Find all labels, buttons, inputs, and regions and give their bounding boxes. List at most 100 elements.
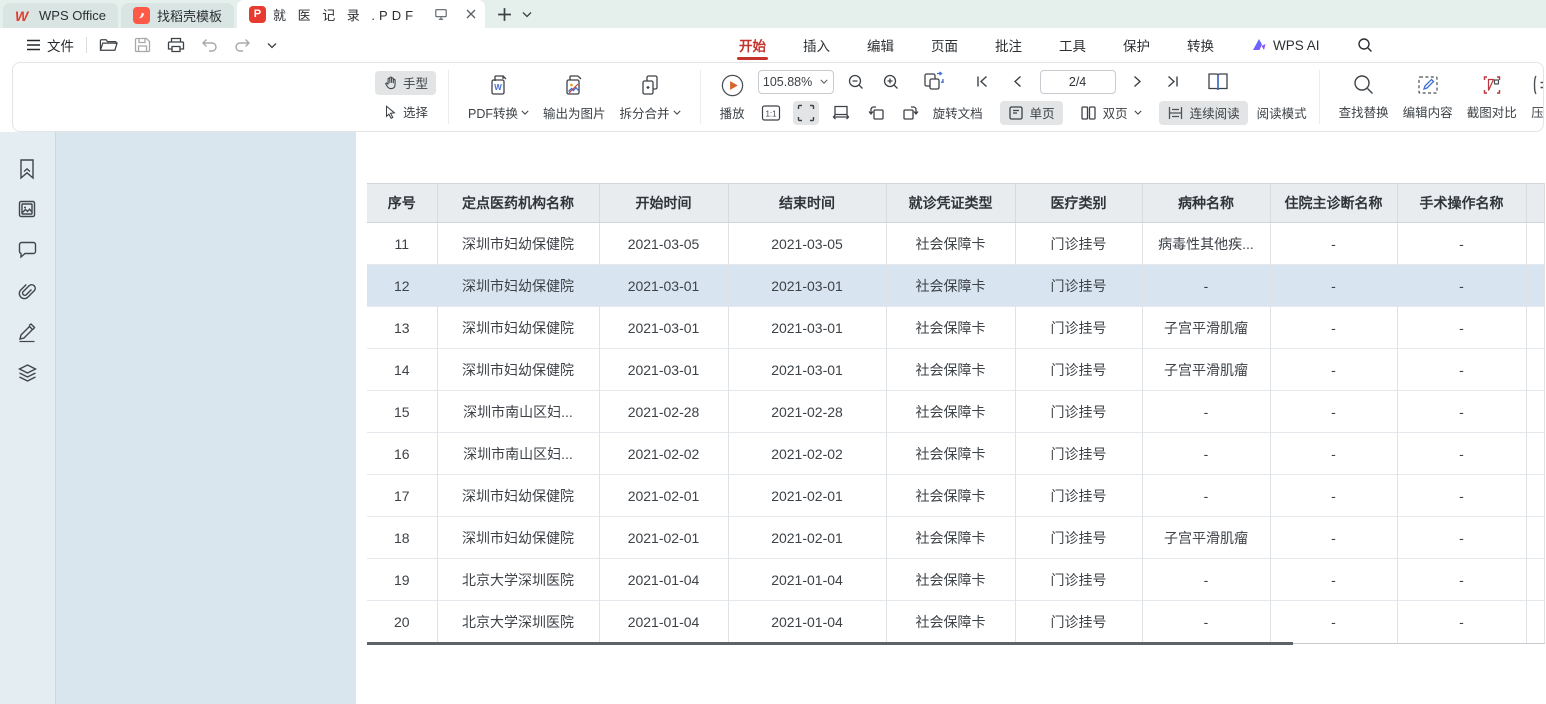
tab-docer-templates[interactable]: 找稻壳模板 [121, 3, 234, 28]
play-button[interactable]: 播放 [713, 73, 752, 122]
zoom-level-select[interactable]: 105.88% [758, 70, 834, 94]
pdf-convert-button[interactable]: W PDF转换 [461, 72, 536, 122]
divider [86, 37, 87, 53]
signature-icon[interactable] [17, 322, 39, 344]
quick-access-chevron-icon[interactable] [267, 42, 277, 49]
layers-icon[interactable] [17, 363, 39, 385]
file-menu-button[interactable]: 文件 [26, 35, 74, 55]
menu-tab-home[interactable]: 开始 [737, 28, 768, 62]
table-cell: - [1270, 307, 1397, 349]
edit-content-icon [1416, 73, 1440, 97]
table-cell: 社会保障卡 [886, 433, 1015, 475]
column-header: 病种名称 [1142, 184, 1270, 223]
chevron-down-icon [521, 110, 529, 115]
zoom-out-button[interactable] [843, 70, 869, 94]
page-indicator-input[interactable] [1040, 70, 1116, 94]
table-cell: 2021-03-01 [728, 265, 886, 307]
menu-search-icon[interactable] [1355, 28, 1375, 62]
first-page-button[interactable] [970, 70, 996, 94]
menu-tab-tools[interactable]: 工具 [1057, 28, 1088, 62]
single-page-button[interactable]: 单页 [1000, 101, 1063, 125]
table-cell: 北京大学深圳医院 [437, 559, 599, 601]
table-cell: - [1397, 265, 1526, 307]
docer-logo-icon [133, 7, 150, 24]
menu-tab-edit[interactable]: 编辑 [865, 28, 896, 62]
bookmark-icon[interactable] [17, 158, 39, 180]
thumbnails-icon[interactable] [17, 199, 39, 221]
tab-list-chevron-icon[interactable] [522, 11, 532, 18]
menu-tab-page[interactable]: 页面 [929, 28, 960, 62]
table-cell: - [1270, 391, 1397, 433]
fit-width-icon [832, 105, 850, 121]
menu-tab-protect[interactable]: 保护 [1121, 28, 1152, 62]
new-tab-button[interactable] [497, 7, 512, 22]
compress-icon [1531, 73, 1544, 97]
menu-tab-wps-ai[interactable]: WPS AI [1249, 28, 1322, 62]
table-cell: 15 [367, 391, 437, 433]
medical-records-table: 序号定点医药机构名称开始时间结束时间就诊凭证类型医疗类别病种名称住院主诊断名称手… [367, 183, 1545, 643]
table-cell: 子宫平滑肌瘤 [1142, 349, 1270, 391]
double-page-button[interactable]: 双页 [1072, 101, 1150, 125]
table-cell: 深圳市妇幼保健院 [437, 517, 599, 559]
navigation-panel[interactable] [56, 132, 356, 704]
page-number-field[interactable] [1056, 75, 1100, 89]
column-header: 住院主诊断名称 [1270, 184, 1397, 223]
split-merge-button[interactable]: 拆分合并 [613, 72, 688, 122]
split-merge-icon [637, 72, 663, 98]
rotate-document-label[interactable]: 旋转文档 [933, 103, 983, 122]
print-icon[interactable] [167, 37, 185, 53]
rotate-left-button[interactable] [863, 101, 889, 125]
window-tab-bar: W WPS Office 找稻壳模板 P 就 医 记 录 .PDF [0, 0, 1546, 28]
table-cell: 门诊挂号 [1015, 391, 1142, 433]
open-folder-icon[interactable] [99, 37, 118, 53]
last-page-button[interactable] [1160, 70, 1186, 94]
table-cell: 子宫平滑肌瘤 [1142, 307, 1270, 349]
prev-page-button[interactable] [1005, 70, 1031, 94]
tab-document-pdf[interactable]: P 就 医 记 录 .PDF [237, 0, 485, 28]
table-cell: 2021-01-04 [599, 559, 728, 601]
table-cell: 社会保障卡 [886, 601, 1015, 643]
table-cell: - [1142, 559, 1270, 601]
export-image-button[interactable]: 输出为图片 [536, 72, 613, 122]
document-title: 就 医 记 录 .PDF [273, 5, 417, 24]
table-cell: - [1142, 433, 1270, 475]
menu-tab-comment[interactable]: 批注 [993, 28, 1024, 62]
tab-close-icon[interactable] [465, 8, 477, 20]
table-cell: 社会保障卡 [886, 517, 1015, 559]
find-replace-button[interactable]: 查找替换 [1332, 73, 1396, 121]
table-cell: 深圳市妇幼保健院 [437, 349, 599, 391]
tab-monitor-icon[interactable] [434, 8, 448, 21]
tab-wps-home[interactable]: W WPS Office [3, 3, 118, 28]
play-label: 播放 [720, 103, 745, 122]
table-cell: 社会保障卡 [886, 223, 1015, 265]
save-icon[interactable] [134, 37, 151, 53]
menu-tab-convert[interactable]: 转换 [1185, 28, 1216, 62]
continuous-read-button[interactable]: 连续阅读 [1159, 101, 1248, 125]
fit-page-button[interactable] [793, 101, 819, 125]
read-mode-label[interactable]: 阅读模式 [1257, 103, 1307, 122]
rotate-right-button[interactable] [898, 101, 924, 125]
screenshot-compare-button[interactable]: 截图对比 [1460, 73, 1524, 121]
pdf-page[interactable]: 序号定点医药机构名称开始时间结束时间就诊凭证类型医疗类别病种名称住院主诊断名称手… [356, 132, 1546, 704]
undo-icon[interactable] [201, 38, 218, 52]
edit-content-button[interactable]: 编辑内容 [1396, 73, 1460, 121]
menu-tab-insert[interactable]: 插入 [801, 28, 832, 62]
table-cell: - [1270, 601, 1397, 643]
svg-text:W: W [494, 83, 502, 92]
fit-width-button[interactable] [828, 101, 854, 125]
attachment-icon[interactable] [17, 281, 39, 303]
table-cell [1526, 223, 1545, 265]
comment-icon[interactable] [17, 240, 39, 262]
redo-icon[interactable] [234, 38, 251, 52]
table-cell: 门诊挂号 [1015, 223, 1142, 265]
zoom-in-button[interactable] [878, 70, 904, 94]
select-tool-button[interactable]: 选择 [375, 100, 436, 124]
hand-tool-button[interactable]: 手型 [375, 71, 436, 95]
table-cell [1526, 349, 1545, 391]
compress-button[interactable]: 压缩 [1524, 73, 1544, 121]
table-cell: - [1270, 265, 1397, 307]
next-page-button[interactable] [1125, 70, 1151, 94]
table-cell: 2021-01-04 [728, 601, 886, 643]
actual-size-button[interactable]: 1:1 [758, 101, 784, 125]
table-cell: 17 [367, 475, 437, 517]
